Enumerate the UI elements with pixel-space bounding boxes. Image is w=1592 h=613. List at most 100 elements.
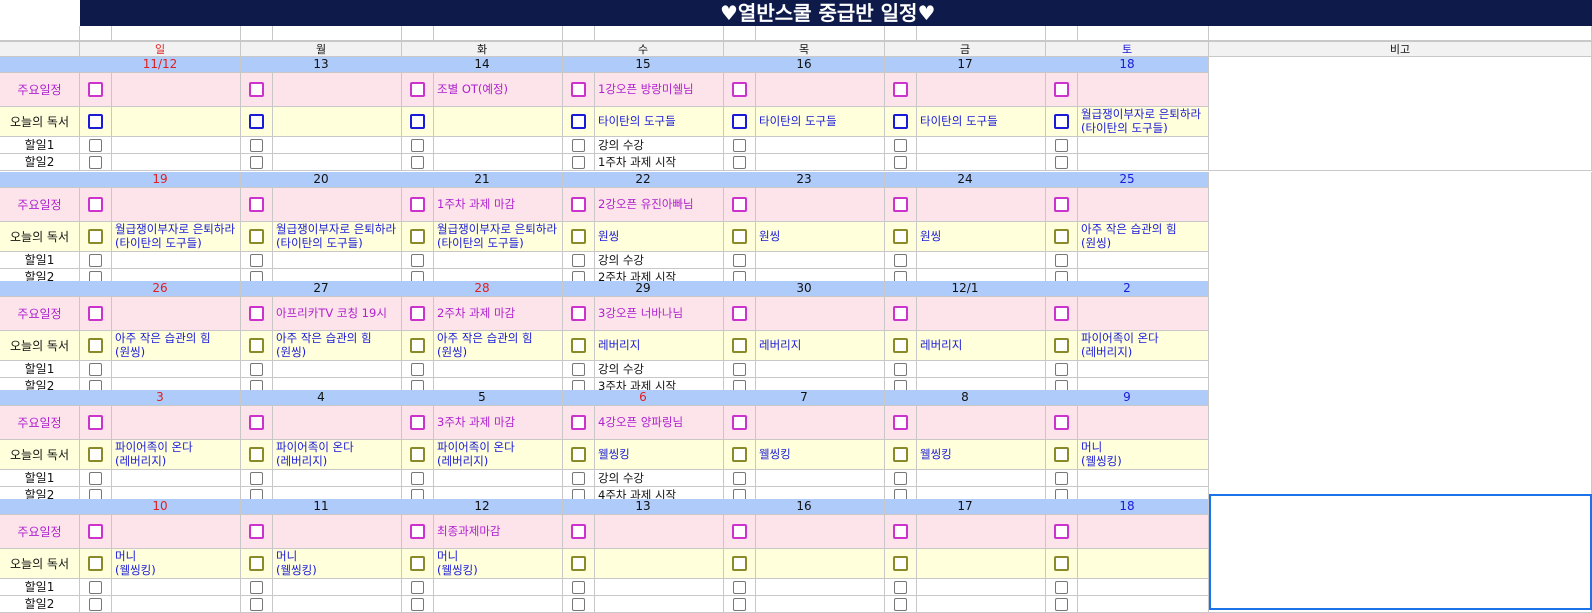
todo1-text-cell[interactable] bbox=[917, 579, 1046, 596]
todo1-checkbox[interactable] bbox=[572, 580, 585, 594]
todo2-checkbox-cell[interactable] bbox=[724, 154, 756, 171]
reading-text-cell[interactable]: 월급쟁이부자로 은퇴하라 (타이탄의 도구들) bbox=[112, 222, 241, 252]
date-cell[interactable]: 4 bbox=[241, 390, 402, 406]
todo1-checkbox-cell[interactable] bbox=[1046, 470, 1078, 487]
todo1-checkbox-cell[interactable] bbox=[241, 361, 273, 378]
reading-text-cell[interactable]: 파이어족이 온다 (레버리지) bbox=[112, 440, 241, 470]
todo1-text-cell[interactable] bbox=[756, 579, 885, 596]
schedule-text-cell[interactable] bbox=[756, 73, 885, 107]
reading-checkbox-cell[interactable] bbox=[563, 107, 595, 137]
reading-checkbox[interactable] bbox=[410, 338, 425, 353]
todo1-checkbox[interactable] bbox=[250, 138, 263, 152]
todo1-checkbox-cell[interactable] bbox=[1046, 579, 1078, 596]
todo1-text-cell[interactable] bbox=[434, 470, 563, 487]
todo2-checkbox-cell[interactable] bbox=[241, 596, 273, 613]
reading-checkbox[interactable] bbox=[571, 229, 586, 244]
schedule-checkbox[interactable] bbox=[571, 415, 586, 430]
schedule-text-cell[interactable]: 1주차 과제 마감 bbox=[434, 188, 563, 222]
reading-checkbox[interactable] bbox=[1054, 338, 1069, 353]
todo2-text-cell[interactable] bbox=[1078, 596, 1209, 613]
schedule-checkbox[interactable] bbox=[571, 306, 586, 321]
todo1-text-cell[interactable] bbox=[112, 579, 241, 596]
schedule-text-cell[interactable] bbox=[756, 188, 885, 222]
schedule-checkbox-cell[interactable] bbox=[1046, 188, 1078, 222]
reading-checkbox-cell[interactable] bbox=[402, 222, 434, 252]
date-cell[interactable]: 17 bbox=[885, 499, 1046, 515]
schedule-checkbox-cell[interactable] bbox=[885, 188, 917, 222]
todo2-text-cell[interactable] bbox=[1078, 154, 1209, 171]
todo2-row-label[interactable]: 할일2 bbox=[0, 154, 80, 171]
schedule-text-cell[interactable] bbox=[1078, 73, 1209, 107]
day-header-1[interactable]: 월 bbox=[241, 41, 402, 57]
reading-checkbox-cell[interactable] bbox=[241, 222, 273, 252]
day-header-6[interactable]: 토 bbox=[1046, 41, 1209, 57]
todo1-checkbox-cell[interactable] bbox=[402, 137, 434, 154]
date-cell[interactable]: 11/12 bbox=[80, 57, 241, 73]
schedule-checkbox[interactable] bbox=[88, 524, 103, 539]
reading-checkbox[interactable] bbox=[410, 229, 425, 244]
reading-checkbox-cell[interactable] bbox=[80, 222, 112, 252]
todo1-checkbox[interactable] bbox=[250, 471, 263, 485]
todo1-text-cell[interactable] bbox=[756, 252, 885, 269]
date-row-label[interactable] bbox=[0, 281, 80, 297]
date-row-label[interactable] bbox=[0, 57, 80, 73]
todo1-checkbox[interactable] bbox=[894, 362, 907, 376]
todo1-text-cell[interactable] bbox=[1078, 252, 1209, 269]
todo1-checkbox-cell[interactable] bbox=[1046, 361, 1078, 378]
schedule-text-cell[interactable] bbox=[917, 188, 1046, 222]
reading-text-cell[interactable] bbox=[112, 107, 241, 137]
reading-checkbox[interactable] bbox=[571, 556, 586, 571]
todo1-text-cell[interactable] bbox=[1078, 470, 1209, 487]
reading-checkbox[interactable] bbox=[893, 556, 908, 571]
reading-checkbox-cell[interactable] bbox=[241, 440, 273, 470]
todo2-text-cell[interactable] bbox=[917, 154, 1046, 171]
todo1-checkbox[interactable] bbox=[89, 580, 102, 594]
date-cell[interactable]: 18 bbox=[1046, 499, 1209, 515]
todo2-checkbox-cell[interactable] bbox=[885, 154, 917, 171]
reading-text-cell[interactable]: 머니 (웰씽킹) bbox=[1078, 440, 1209, 470]
todo2-row-label[interactable]: 할일2 bbox=[0, 596, 80, 613]
date-cell[interactable]: 12 bbox=[402, 499, 563, 515]
schedule-checkbox[interactable] bbox=[249, 82, 264, 97]
todo1-checkbox-cell[interactable] bbox=[402, 252, 434, 269]
date-cell[interactable]: 6 bbox=[563, 390, 724, 406]
todo2-text-cell[interactable] bbox=[273, 596, 402, 613]
schedule-checkbox[interactable] bbox=[893, 524, 908, 539]
date-cell[interactable]: 16 bbox=[724, 57, 885, 73]
reading-text-cell[interactable] bbox=[917, 549, 1046, 579]
todo1-checkbox[interactable] bbox=[89, 138, 102, 152]
schedule-text-cell[interactable] bbox=[273, 73, 402, 107]
date-cell[interactable]: 2 bbox=[1046, 281, 1209, 297]
date-cell[interactable]: 29 bbox=[563, 281, 724, 297]
spacer-cell[interactable] bbox=[595, 26, 724, 41]
todo1-text-cell[interactable] bbox=[112, 361, 241, 378]
reading-text-cell[interactable]: 월급쟁이부자로 은퇴하라 (타이탄의 도구들) bbox=[434, 222, 563, 252]
date-cell[interactable]: 9 bbox=[1046, 390, 1209, 406]
date-cell[interactable]: 30 bbox=[724, 281, 885, 297]
date-cell[interactable]: 8 bbox=[885, 390, 1046, 406]
todo1-checkbox[interactable] bbox=[733, 362, 746, 376]
schedule-text-cell[interactable]: 아프리카TV 코칭 19시 bbox=[273, 297, 402, 331]
notes-cell[interactable] bbox=[1209, 172, 1592, 286]
reading-checkbox[interactable] bbox=[1054, 114, 1069, 129]
todo1-checkbox-cell[interactable] bbox=[402, 579, 434, 596]
reading-checkbox-cell[interactable] bbox=[1046, 331, 1078, 361]
reading-checkbox-cell[interactable] bbox=[885, 440, 917, 470]
todo2-checkbox[interactable] bbox=[250, 597, 263, 611]
reading-checkbox-cell[interactable] bbox=[80, 107, 112, 137]
reading-checkbox[interactable] bbox=[410, 447, 425, 462]
todo2-text-cell[interactable] bbox=[917, 596, 1046, 613]
todo1-checkbox-cell[interactable] bbox=[1046, 137, 1078, 154]
todo1-text-cell[interactable] bbox=[112, 470, 241, 487]
reading-row-label[interactable]: 오늘의 독서 bbox=[0, 222, 80, 252]
todo1-text-cell[interactable] bbox=[112, 137, 241, 154]
spacer-cell[interactable] bbox=[273, 26, 402, 41]
notes-cell[interactable] bbox=[1209, 57, 1592, 171]
schedule-checkbox[interactable] bbox=[410, 415, 425, 430]
spacer-cell[interactable] bbox=[1209, 26, 1592, 41]
date-cell[interactable]: 28 bbox=[402, 281, 563, 297]
reading-checkbox-cell[interactable] bbox=[563, 331, 595, 361]
date-cell[interactable]: 10 bbox=[80, 499, 241, 515]
todo1-checkbox[interactable] bbox=[733, 580, 746, 594]
todo1-text-cell[interactable] bbox=[595, 579, 724, 596]
